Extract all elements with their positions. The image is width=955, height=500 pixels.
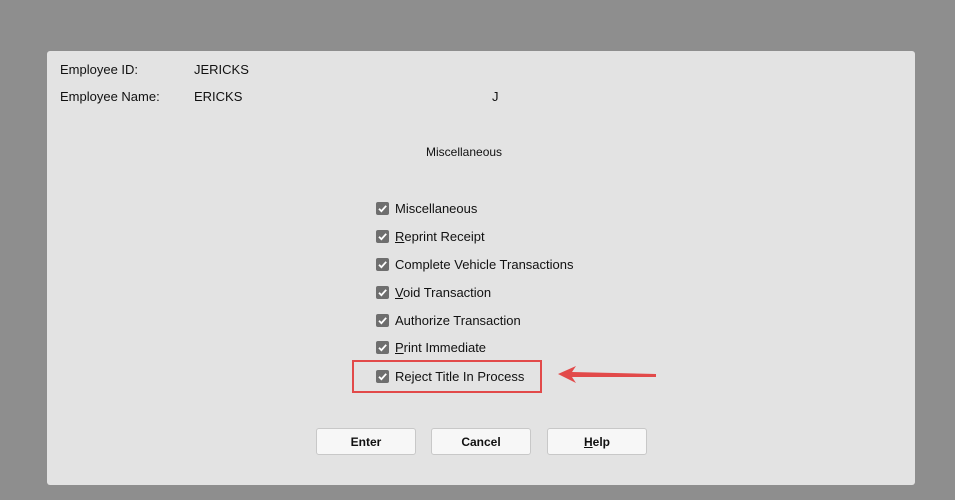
- cancel-label: Cancel: [461, 434, 501, 449]
- checkbox-checked-icon[interactable]: [376, 257, 389, 271]
- checkbox-label: Reprint Receipt: [395, 228, 485, 244]
- annotation-arrow-icon: [558, 366, 656, 383]
- checkbox-print-immediate[interactable]: Print Immediate: [376, 337, 486, 357]
- checkbox-label: Void Transaction: [395, 284, 492, 300]
- help-button[interactable]: Help: [547, 428, 647, 455]
- checkbox-checked-icon[interactable]: [376, 229, 389, 243]
- checkbox-complete-vehicle-transactions[interactable]: Complete Vehicle Transactions: [376, 254, 573, 274]
- checkbox-authorize-transaction[interactable]: Authorize Transaction: [376, 310, 521, 330]
- employee-id-label: Employee ID:: [60, 62, 139, 77]
- checkbox-checked-icon[interactable]: [376, 285, 389, 299]
- checkbox-miscellaneous[interactable]: Miscellaneous: [376, 198, 477, 218]
- checkbox-label: Print Immediate: [395, 339, 487, 355]
- checkbox-checked-icon[interactable]: [376, 340, 389, 354]
- employee-name-label: Employee Name:: [60, 89, 160, 104]
- checkbox-void-transaction[interactable]: Void Transaction: [376, 282, 491, 302]
- help-label: Help: [583, 434, 610, 449]
- employee-id-value: JERICKS: [194, 62, 249, 77]
- annotation-highlight-box: [352, 360, 542, 393]
- employee-middle-initial: J: [492, 89, 499, 104]
- checkbox-label: Miscellaneous: [395, 200, 478, 216]
- cancel-button[interactable]: Cancel: [431, 428, 531, 455]
- section-title: Miscellaneous: [426, 145, 503, 159]
- enter-button[interactable]: Enter: [316, 428, 416, 455]
- checkbox-label: Authorize Transaction: [395, 312, 521, 328]
- checkbox-reprint-receipt[interactable]: Reprint Receipt: [376, 226, 485, 246]
- checkbox-label: Complete Vehicle Transactions: [395, 256, 574, 272]
- checkbox-checked-icon[interactable]: [376, 201, 389, 215]
- checkbox-checked-icon[interactable]: [376, 313, 389, 327]
- employee-name-value: ERICKS: [194, 89, 243, 104]
